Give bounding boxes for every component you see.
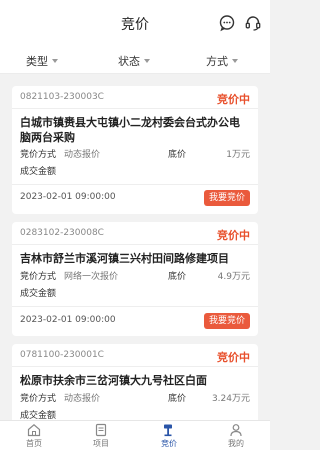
deal-amount-label: 成交金额 [20,289,57,299]
method-value: 网络一次报价 [64,272,119,282]
method-value: 动态报价 [64,394,101,404]
type-filter[interactable]: 类型 [26,53,58,69]
bidding-card[interactable]: 0283102-230008C 竞价中 吉林市舒兰市溪河镇三兴村田间路修建项目 … [12,222,258,336]
tab-profile-label: 我的 [228,439,244,448]
tab-bidding-label: 竞价 [161,439,177,448]
status-filter[interactable]: 状态 [118,53,150,69]
floor-price-label: 底价 [168,272,187,282]
status-badge: 竞价中 [217,93,250,106]
divider [12,306,258,307]
caret-down-icon [144,59,150,63]
project-title: 松原市扶余市三岔河镇大九号社区白面 [20,374,207,387]
deal-amount-label: 成交金额 [20,411,57,420]
deal-row: 成交金额 [20,164,250,178]
method-filter-label: 方式 [206,55,228,68]
bidding-list: 0821103-230003C 竞价中 白城市镇赉县大屯镇小二龙村委会台式办公电… [0,74,270,420]
home-icon [27,424,41,437]
floor-price-value: 1万元 [226,150,250,160]
tab-bidding[interactable]: 竞价 [149,423,189,449]
method-row: 竞价方式 动态报价 底价 3.24万元 [20,391,250,405]
divider [12,366,258,367]
headset-icon[interactable] [244,14,262,32]
method-label: 竞价方式 [20,272,57,282]
user-icon [230,424,242,437]
method-filter[interactable]: 方式 [206,53,238,69]
document-icon [95,423,107,437]
divider [12,244,258,245]
divider [12,108,258,109]
deal-row: 成交金额 [20,408,250,420]
bottom-tab-bar: 首页 项目 竞价 我的 [0,420,270,450]
method-value: 动态报价 [64,150,101,160]
project-code: 0781100-230001C [20,350,104,360]
status-filter-label: 状态 [118,55,140,68]
floor-price-value: 4.9万元 [217,272,250,282]
project-code: 0283102-230008C [20,228,104,238]
filter-bar: 类型 状态 方式 [0,46,270,74]
bid-button[interactable]: 我要竞价 [204,190,250,206]
project-title: 白城市镇赉县大屯镇小二龙村委会台式办公电脑两台采购 [20,116,240,144]
caret-down-icon [52,59,58,63]
divider [12,184,258,185]
app-header: 竞价 [0,0,270,46]
tab-projects-label: 项目 [93,439,109,448]
bidding-card[interactable]: 0781100-230001C 竞价中 松原市扶余市三岔河镇大九号社区白面 竞价… [12,344,258,420]
status-badge: 竞价中 [217,229,250,242]
method-row: 竞价方式 动态报价 底价 1万元 [20,147,250,161]
bid-date: 2023-02-01 09:00:00 [20,315,116,325]
project-code: 0821103-230003C [20,92,104,102]
tab-profile[interactable]: 我的 [216,423,256,449]
floor-price-value: 3.24万元 [211,394,250,404]
deal-row: 成交金额 [20,286,250,300]
project-title: 吉林市舒兰市溪河镇三兴村田间路修建项目 [20,252,229,265]
method-label: 竞价方式 [20,150,57,160]
tab-home-label: 首页 [26,439,42,448]
bidding-card[interactable]: 0821103-230003C 竞价中 白城市镇赉县大屯镇小二龙村委会台式办公电… [12,86,258,214]
bid-date: 2023-02-01 09:00:00 [20,192,116,202]
method-row: 竞价方式 网络一次报价 底价 4.9万元 [20,269,250,283]
type-filter-label: 类型 [26,55,48,68]
status-badge: 竞价中 [217,351,250,364]
deal-amount-label: 成交金额 [20,167,57,177]
bid-button[interactable]: 我要竞价 [204,313,250,329]
tab-home[interactable]: 首页 [14,423,54,449]
floor-price-label: 底价 [168,394,187,404]
tab-projects[interactable]: 项目 [81,423,121,449]
gavel-icon [164,424,172,437]
floor-price-label: 底价 [168,150,187,160]
caret-down-icon [232,59,238,63]
chat-icon[interactable] [218,14,236,32]
method-label: 竞价方式 [20,394,57,404]
